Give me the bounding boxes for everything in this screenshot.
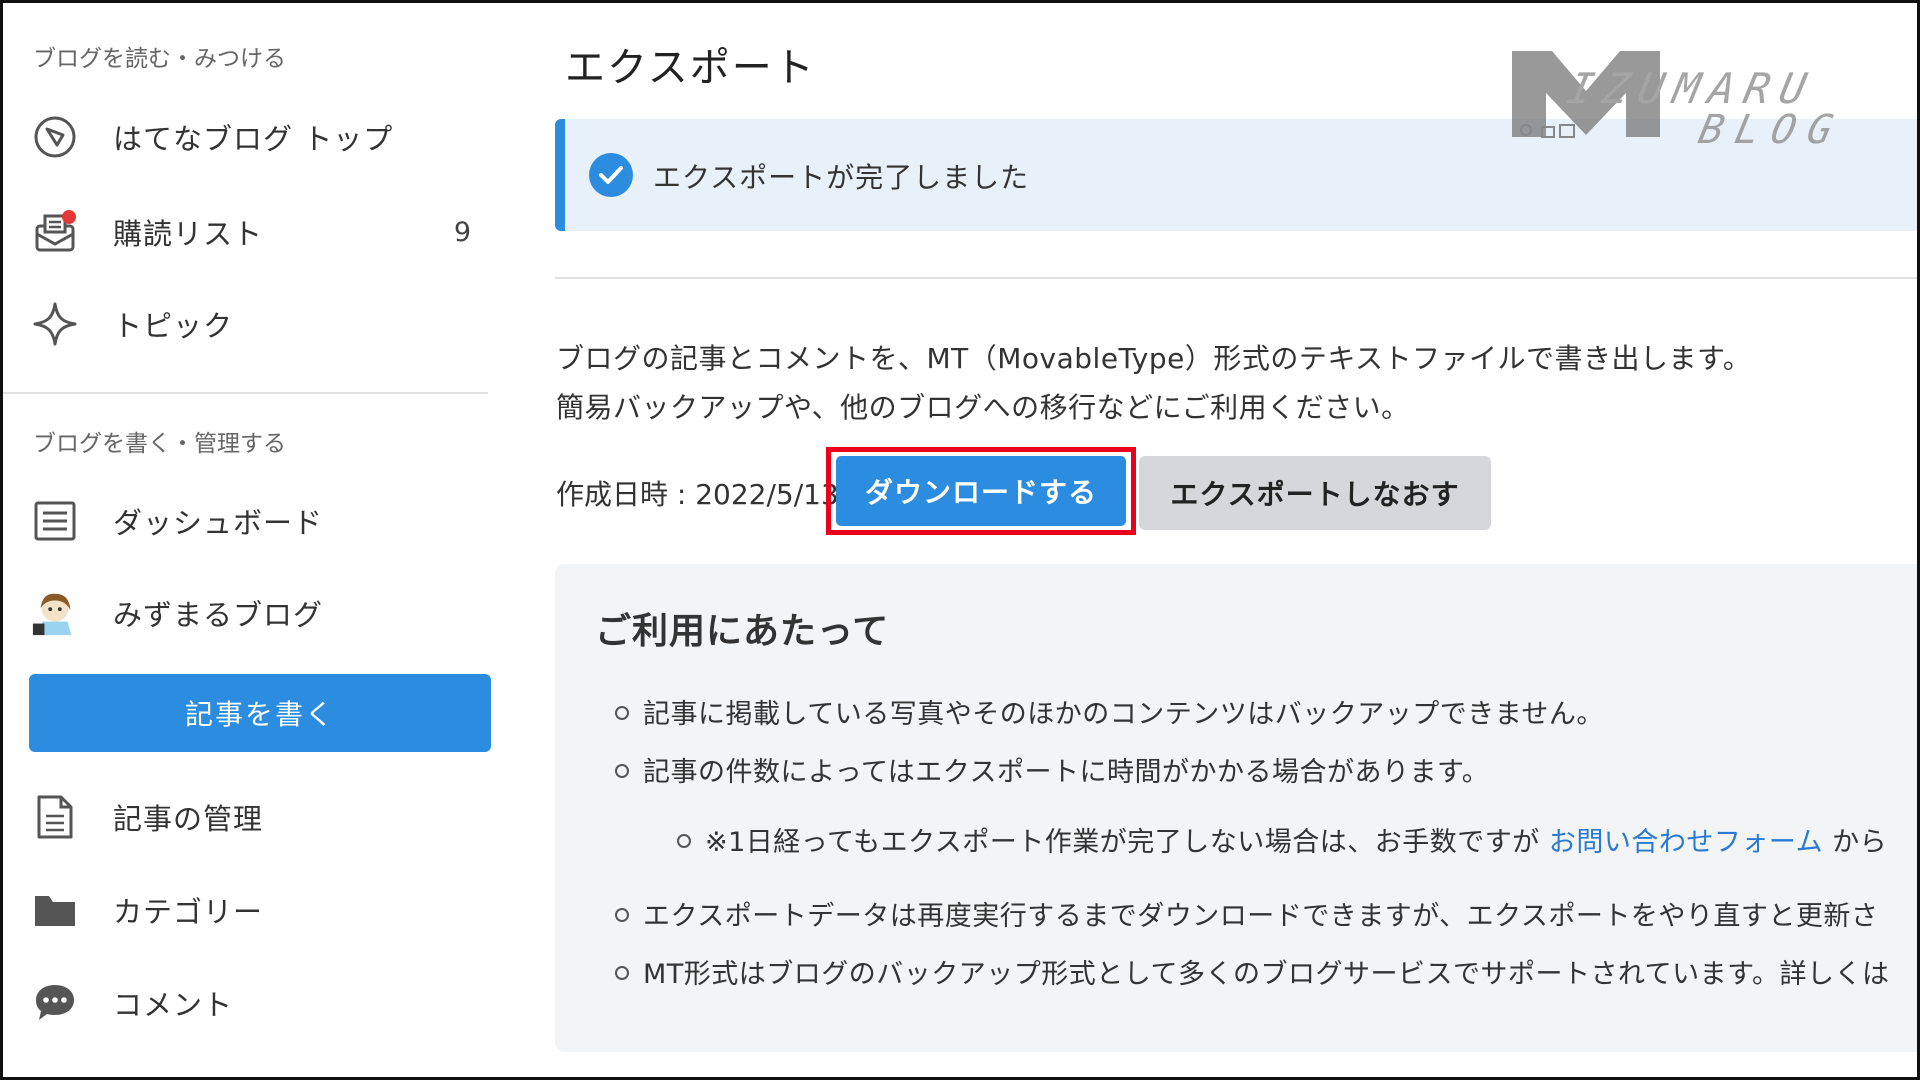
document-icon [31, 793, 79, 841]
read-section-title: ブログを読む・みつける [33, 46, 286, 72]
note-text: エクスポートデータは再度実行するまでダウンロードできますが、エクスポートをやり直… [643, 901, 1879, 932]
note-text: ※1日経ってもエクスポート作業が完了しない場合は、お手数ですが [705, 827, 1549, 858]
sidebar-item-hatena-top[interactable]: はてなブログ トップ [3, 102, 493, 172]
sidebar-item-label: コメント [113, 988, 234, 1022]
izumaru-blog-watermark-logo: IZUMARU BLOG [1508, 43, 1888, 153]
note-text: MT形式はブログのバックアップ形式として多くのブログサービスでサポートされていま… [643, 959, 1890, 990]
contact-form-link[interactable]: お問い合わせフォーム [1549, 827, 1823, 858]
sidebar-item-label: 購読リスト [113, 217, 264, 251]
compass-icon [31, 113, 79, 161]
sidebar-item-label: ダッシュボード [113, 506, 324, 540]
check-circle-icon [589, 153, 633, 197]
write-section-title: ブログを書く・管理する [33, 431, 286, 457]
app-window: ブログを読む・みつける はてなブログ トップ 購読リスト 9 トピック ブログを… [0, 0, 1920, 1080]
bullet-icon [615, 705, 629, 720]
content-divider [555, 277, 1917, 279]
usage-notes-panel: ご利用にあたって 記事に掲載している写真やそのほかのコンテンツはバックアップでき… [555, 564, 1917, 1052]
write-article-button[interactable]: 記事を書く [29, 674, 491, 752]
sparkle-icon [31, 300, 79, 348]
sidebar-item-article-management[interactable]: 記事の管理 [3, 782, 493, 852]
sidebar-item-label: カテゴリー [113, 895, 264, 929]
bullet-icon [677, 833, 691, 848]
sidebar-divider [3, 392, 488, 394]
sidebar: ブログを読む・みつける はてなブログ トップ 購読リスト 9 トピック ブログを… [3, 3, 493, 1077]
note-item: 記事に掲載している写真やそのほかのコンテンツはバックアップできません。 [615, 692, 1604, 731]
note-sub-item: ※1日経ってもエクスポート作業が完了しない場合は、お手数ですが お問い合わせフォ… [677, 820, 1887, 859]
main-content: エクスポート エクスポートが完了しました ブログの記事とコメントを、MT（Mov… [493, 3, 1917, 1077]
blog-avatar [31, 589, 79, 637]
download-button[interactable]: ダウンロードする [836, 456, 1126, 526]
reexport-button[interactable]: エクスポートしなおす [1139, 456, 1491, 530]
bullet-icon [615, 907, 629, 922]
sidebar-item-dashboard[interactable]: ダッシュボード [3, 486, 493, 556]
bullet-icon [615, 763, 629, 778]
sidebar-item-subscriptions[interactable]: 購読リスト 9 [3, 197, 493, 267]
description-line-2: 簡易バックアップや、他のブログへの移行などにご利用ください。 [556, 391, 1410, 424]
note-text: 記事に掲載している写真やそのほかのコンテンツはバックアップできません。 [643, 699, 1604, 730]
sidebar-item-blog[interactable]: みずまるブログ [3, 578, 493, 648]
mail-tray-icon [31, 208, 79, 256]
note-item: MT形式はブログのバックアップ形式として多くのブログサービスでサポートされていま… [615, 952, 1889, 991]
sidebar-item-label: みずまるブログ [113, 598, 324, 632]
sidebar-item-label: はてなブログ トップ [113, 122, 394, 156]
note-text: 記事の件数によってはエクスポートに時間がかかる場合があります。 [643, 757, 1490, 788]
sidebar-item-label: 記事の管理 [113, 802, 264, 836]
bullet-icon [615, 965, 629, 980]
folder-icon [31, 886, 79, 934]
note-item: エクスポートデータは再度実行するまでダウンロードできますが、エクスポートをやり直… [615, 894, 1878, 933]
sidebar-item-comment[interactable]: コメント [3, 968, 493, 1038]
subscription-count-badge: 9 [453, 216, 471, 248]
dashboard-icon [31, 497, 79, 545]
page-title: エクスポート [565, 45, 816, 91]
description-line-1: ブログの記事とコメントを、MT（MovableType）形式のテキストファイルで… [556, 342, 1752, 375]
sidebar-item-category[interactable]: カテゴリー [3, 875, 493, 945]
notes-title: ご利用にあたって [595, 611, 890, 652]
note-item: 記事の件数によってはエクスポートに時間がかかる場合があります。 [615, 750, 1489, 789]
sidebar-item-label: トピック [113, 309, 234, 343]
note-text: から [1823, 827, 1888, 858]
success-message: エクスポートが完了しました [653, 161, 1030, 194]
comment-icon [31, 979, 79, 1027]
sidebar-item-topic[interactable]: トピック [3, 289, 493, 359]
watermark-text-line2: BLOG [1695, 105, 1849, 152]
created-at-label: 作成日時 : 2022/5/13 [556, 478, 839, 511]
